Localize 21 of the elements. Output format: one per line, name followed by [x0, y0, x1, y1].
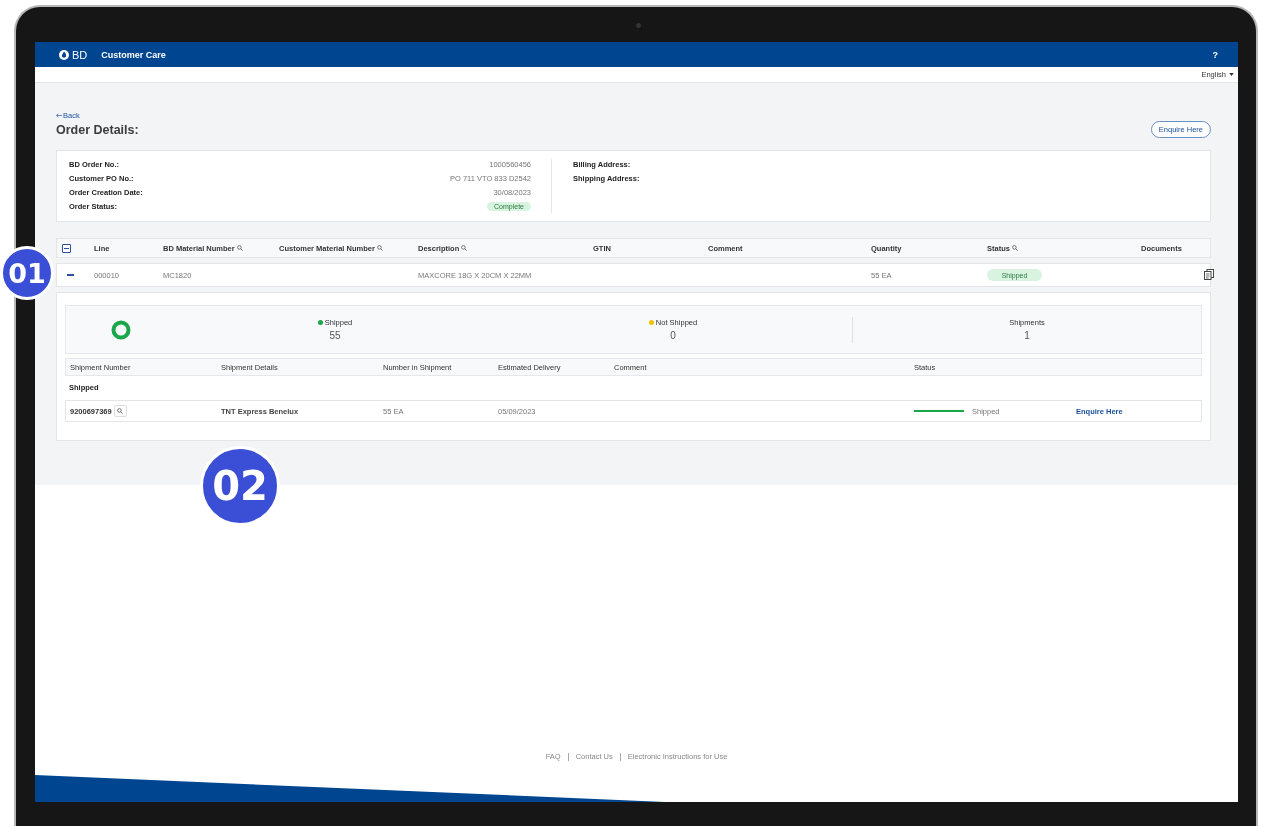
search-icon[interactable]: [461, 245, 468, 251]
summary-value: 1: [1024, 330, 1030, 341]
search-icon[interactable]: [1011, 245, 1018, 251]
collapse-all-button[interactable]: [62, 243, 71, 253]
camera-dot: [636, 23, 641, 28]
search-icon[interactable]: [117, 408, 124, 414]
documents-icon[interactable]: [1204, 268, 1214, 280]
caret-icon[interactable]: [1229, 73, 1234, 76]
page-title: Order Details:: [56, 122, 139, 137]
donut-chart-drawing: [111, 319, 131, 340]
search-icon[interactable]: [236, 245, 243, 251]
search-icon[interactable]: [376, 245, 383, 251]
help-button[interactable]: ?: [1212, 49, 1218, 60]
flame-logo-icon: [59, 49, 69, 60]
search-button[interactable]: [113, 405, 127, 417]
logo-text: BD: [72, 48, 88, 61]
back-arrow-icon[interactable]: [56, 113, 62, 118]
app-title: Customer Care: [101, 49, 166, 60]
step-badge: 01: [0, 246, 54, 300]
summary-value: 55: [329, 330, 341, 341]
summary-value: 0: [670, 330, 676, 341]
